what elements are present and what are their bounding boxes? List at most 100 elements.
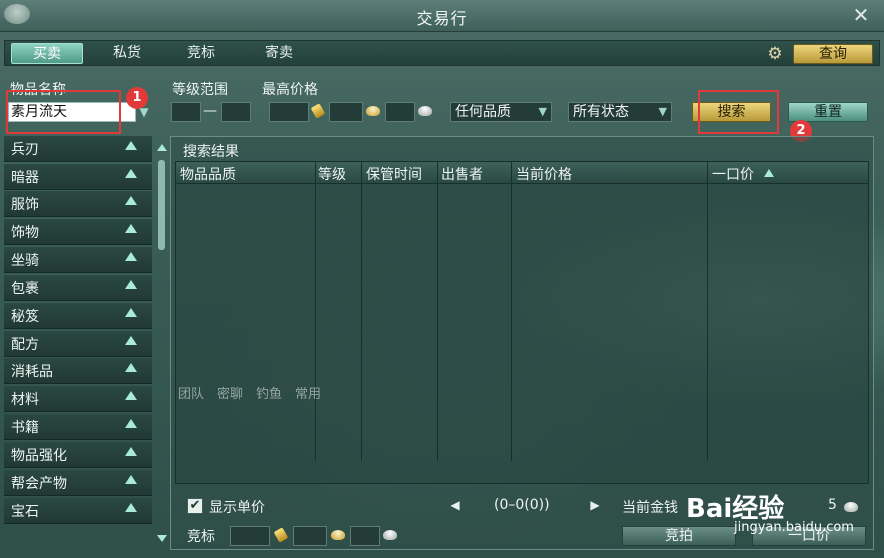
category-label: 物品强化 bbox=[11, 448, 67, 464]
place-bid-button[interactable]: 竞拍 bbox=[622, 526, 736, 546]
show-unit-price-checkbox[interactable]: ✔ bbox=[187, 498, 203, 514]
column-divider bbox=[315, 161, 316, 461]
column-quality[interactable]: 物品品质 bbox=[180, 164, 236, 184]
expand-arrow-icon bbox=[125, 280, 137, 289]
category-label: 坐骑 bbox=[11, 253, 39, 269]
price-silver-input[interactable] bbox=[385, 102, 415, 122]
annotation-box-1 bbox=[6, 90, 121, 134]
expand-arrow-icon bbox=[125, 363, 137, 372]
scroll-down-icon[interactable] bbox=[157, 535, 167, 542]
level-min-input[interactable] bbox=[171, 102, 201, 122]
quality-select[interactable]: 任何品质 ▼ bbox=[450, 102, 552, 122]
level-max-input[interactable] bbox=[221, 102, 251, 122]
bid-gold-ingot-input[interactable] bbox=[230, 526, 270, 546]
category-item[interactable]: 饰物 bbox=[4, 219, 152, 245]
expand-arrow-icon bbox=[125, 224, 137, 233]
category-item[interactable]: 配方 bbox=[4, 331, 152, 357]
category-list: 兵刃 暗器 服饰 饰物 坐骑 包裹 秘笈 配方 消耗品 材料 书籍 物品强化 帮… bbox=[4, 136, 154, 546]
column-buyout-price[interactable]: 一口价 bbox=[712, 164, 754, 184]
scroll-up-icon[interactable] bbox=[157, 144, 167, 151]
column-level[interactable]: 等级 bbox=[318, 164, 346, 184]
query-button[interactable]: 查询 bbox=[793, 44, 873, 64]
annotation-box-2 bbox=[698, 90, 779, 134]
page-next-icon[interactable]: ▶ bbox=[588, 496, 602, 514]
pager-text: (0–0(0)) bbox=[494, 497, 550, 513]
chevron-down-icon: ▼ bbox=[538, 105, 547, 118]
expand-arrow-icon bbox=[125, 475, 137, 484]
column-divider bbox=[361, 161, 362, 461]
page-prev-icon[interactable]: ◀ bbox=[448, 496, 462, 514]
category-label: 暗器 bbox=[11, 170, 39, 186]
column-divider bbox=[437, 161, 438, 461]
results-table-header: 物品品质 等级 保管时间 出售者 当前价格 一口价 bbox=[175, 161, 869, 184]
annotation-badge-1: 1 bbox=[126, 87, 148, 109]
quality-select-value: 任何品质 bbox=[455, 104, 511, 120]
category-item[interactable]: 消耗品 bbox=[4, 358, 152, 384]
category-label: 帮会产物 bbox=[11, 476, 67, 492]
level-range-label: 等级范围 bbox=[172, 82, 228, 98]
bid-silver-input[interactable] bbox=[350, 526, 380, 546]
expand-arrow-icon bbox=[125, 336, 137, 345]
tab-bidding[interactable]: 竞标 bbox=[165, 43, 237, 64]
column-current-price[interactable]: 当前价格 bbox=[516, 164, 572, 184]
category-scrollbar[interactable] bbox=[156, 142, 168, 542]
category-item[interactable]: 兵刃 bbox=[4, 136, 152, 162]
category-label: 秘笈 bbox=[11, 309, 39, 325]
results-table-body bbox=[175, 184, 869, 484]
status-select[interactable]: 所有状态 ▼ bbox=[568, 102, 672, 122]
close-icon[interactable]: ✕ bbox=[850, 4, 872, 26]
price-gold-ingot-input[interactable] bbox=[269, 102, 309, 122]
category-item[interactable]: 秘笈 bbox=[4, 303, 152, 329]
expand-arrow-icon bbox=[125, 252, 137, 261]
category-item[interactable]: 书籍 bbox=[4, 414, 152, 440]
category-item[interactable]: 坐骑 bbox=[4, 247, 152, 273]
silver-coin-icon bbox=[383, 530, 397, 540]
bid-label: 竞标 bbox=[187, 529, 215, 545]
category-item[interactable]: 物品强化 bbox=[4, 442, 152, 468]
expand-arrow-icon bbox=[125, 141, 137, 150]
tab-bar: 买卖 私货 竞标 寄卖 ⚙ 查询 bbox=[4, 40, 880, 66]
show-unit-price-label: 显示单价 bbox=[209, 500, 265, 516]
category-label: 书籍 bbox=[11, 420, 39, 436]
expand-arrow-icon bbox=[125, 308, 137, 317]
category-label: 消耗品 bbox=[11, 364, 53, 380]
expand-arrow-icon bbox=[125, 196, 137, 205]
expand-arrow-icon bbox=[125, 419, 137, 428]
reset-button[interactable]: 重置 bbox=[788, 102, 868, 122]
column-storage-time[interactable]: 保管时间 bbox=[366, 164, 422, 184]
column-seller[interactable]: 出售者 bbox=[441, 164, 483, 184]
price-gold-input[interactable] bbox=[329, 102, 363, 122]
expand-arrow-icon bbox=[125, 503, 137, 512]
trade-window: 交易行 ✕ 买卖 私货 竞标 寄卖 ⚙ 查询 物品名称 等级范围 最高价格 素月… bbox=[0, 0, 884, 558]
tab-private-goods[interactable]: 私货 bbox=[91, 43, 163, 64]
bid-gold-input[interactable] bbox=[293, 526, 327, 546]
category-item[interactable]: 宝石 bbox=[4, 498, 152, 524]
category-item[interactable]: 材料 bbox=[4, 386, 152, 412]
sort-up-icon[interactable] bbox=[764, 169, 774, 177]
category-label: 兵刃 bbox=[11, 142, 39, 158]
gear-icon[interactable]: ⚙ bbox=[765, 44, 785, 64]
silver-coin-icon bbox=[844, 502, 858, 512]
baidu-watermark-site: jingyan.baidu.com bbox=[734, 520, 854, 535]
category-label: 饰物 bbox=[11, 225, 39, 241]
results-title: 搜索结果 bbox=[183, 144, 239, 160]
title-bar: 交易行 ✕ bbox=[0, 0, 884, 32]
expand-arrow-icon bbox=[125, 391, 137, 400]
category-item[interactable]: 包裹 bbox=[4, 275, 152, 301]
tab-consign[interactable]: 寄卖 bbox=[243, 43, 315, 64]
tab-buy-sell[interactable]: 买卖 bbox=[11, 43, 83, 64]
background-chat-text: 团队 密聊 钓鱼 常用 bbox=[178, 387, 322, 402]
category-item[interactable]: 暗器 bbox=[4, 164, 152, 190]
level-range-separator: — bbox=[203, 103, 217, 119]
scroll-thumb[interactable] bbox=[158, 160, 165, 250]
max-price-label: 最高价格 bbox=[262, 82, 318, 98]
category-label: 包裹 bbox=[11, 281, 39, 297]
chevron-down-icon: ▼ bbox=[658, 105, 667, 118]
category-item[interactable]: 帮会产物 bbox=[4, 470, 152, 496]
category-label: 服饰 bbox=[11, 197, 39, 213]
window-title: 交易行 bbox=[416, 9, 468, 28]
category-label: 宝石 bbox=[11, 504, 39, 520]
category-label: 材料 bbox=[11, 392, 39, 408]
category-item[interactable]: 服饰 bbox=[4, 191, 152, 217]
expand-arrow-icon bbox=[125, 447, 137, 456]
